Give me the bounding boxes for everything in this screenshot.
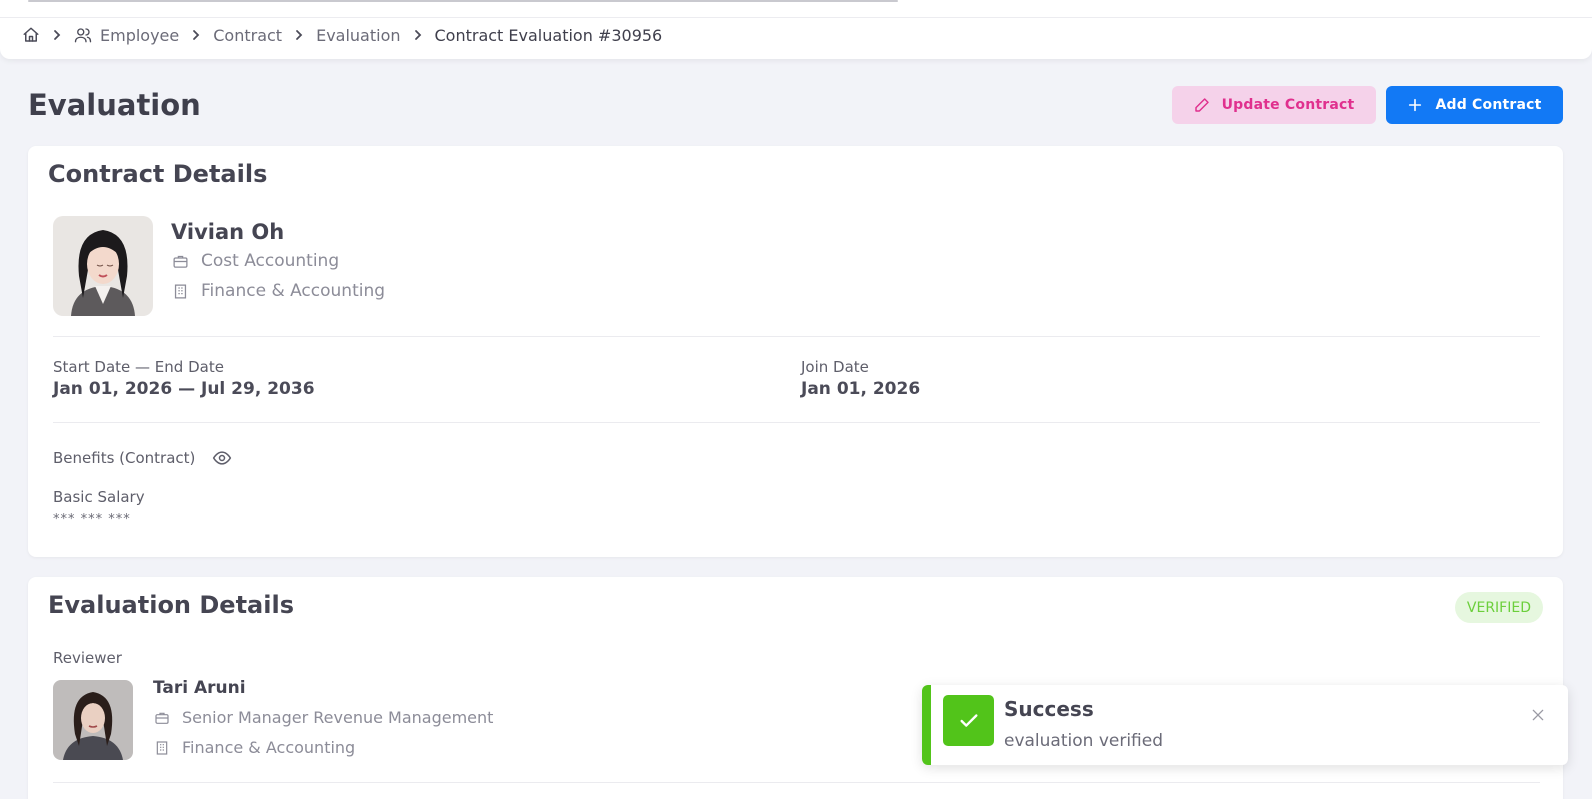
update-contract-label: Update Contract bbox=[1221, 97, 1355, 113]
users-icon bbox=[74, 28, 92, 43]
contract-period-label: Start Date — End Date bbox=[53, 358, 224, 376]
pencil-icon bbox=[1194, 98, 1209, 112]
reviewer-department-label: Finance & Accounting bbox=[182, 738, 356, 757]
add-contract-button[interactable]: Add Contract bbox=[1386, 86, 1563, 124]
briefcase-icon bbox=[173, 255, 188, 268]
join-date-value: Jan 01, 2026 bbox=[801, 379, 921, 399]
horizontal-scrollbar[interactable] bbox=[28, 0, 898, 2]
basic-salary-label: Basic Salary bbox=[53, 488, 145, 506]
status-badge: VERIFIED bbox=[1454, 592, 1543, 623]
top-divider bbox=[0, 17, 1592, 18]
breadcrumb: Employee Contract Evaluation Contract Ev… bbox=[22, 24, 662, 46]
building-icon bbox=[156, 740, 168, 755]
reviewer-avatar bbox=[53, 680, 133, 760]
employee-avatar bbox=[53, 216, 153, 316]
chevron-right-icon bbox=[292, 29, 306, 41]
plus-icon bbox=[1409, 98, 1422, 112]
breadcrumb-label: Evaluation bbox=[316, 25, 401, 45]
toast-title: Success bbox=[1004, 697, 1094, 721]
contract-details-title: Contract Details bbox=[48, 160, 268, 188]
divider bbox=[53, 336, 1540, 337]
page-title: Evaluation bbox=[28, 88, 201, 122]
breadcrumb-evaluation[interactable]: Evaluation bbox=[316, 26, 400, 45]
reviewer-name: Tari Aruni bbox=[153, 678, 246, 698]
chevron-right-icon bbox=[50, 29, 64, 41]
employee-department-label: Finance & Accounting bbox=[201, 281, 386, 301]
benefits-label: Benefits (Contract) bbox=[53, 449, 196, 467]
add-contract-label: Add Contract bbox=[1435, 97, 1542, 113]
evaluation-details-title: Evaluation Details bbox=[48, 591, 294, 619]
employee-department: Finance & Accounting bbox=[172, 281, 385, 301]
eye-icon[interactable] bbox=[212, 448, 232, 472]
basic-salary-value: *** *** *** bbox=[53, 512, 131, 527]
reviewer-label: Reviewer bbox=[53, 649, 122, 667]
breadcrumb-current: Contract Evaluation #30956 bbox=[434, 25, 663, 45]
breadcrumb-home[interactable] bbox=[22, 26, 40, 44]
breadcrumb-employee[interactable]: Employee bbox=[74, 26, 179, 45]
employee-name: Vivian Oh bbox=[171, 220, 285, 244]
reviewer-position-label: Senior Manager Revenue Management bbox=[182, 708, 494, 727]
contract-details-card: Contract Details Vivian Oh Cost Accounti… bbox=[28, 146, 1563, 557]
contract-period-value: Jan 01, 2026 — Jul 29, 2036 bbox=[53, 379, 315, 399]
check-icon bbox=[943, 695, 994, 746]
briefcase-icon bbox=[155, 712, 169, 724]
toast-accent-bar bbox=[922, 685, 931, 765]
update-contract-button[interactable]: Update Contract bbox=[1172, 86, 1376, 124]
breadcrumb-contract[interactable]: Contract bbox=[213, 26, 282, 45]
employee-position-label: Cost Accounting bbox=[201, 251, 340, 271]
divider bbox=[53, 782, 1540, 783]
toast-message: evaluation verified bbox=[1004, 731, 1164, 751]
building-icon bbox=[174, 283, 187, 299]
divider bbox=[53, 422, 1540, 423]
reviewer-department: Finance & Accounting bbox=[154, 738, 355, 757]
employee-position: Cost Accounting bbox=[172, 251, 339, 271]
chevron-right-icon bbox=[189, 29, 203, 41]
breadcrumb-label: Employee bbox=[100, 25, 180, 45]
chevron-right-icon bbox=[411, 29, 425, 41]
success-toast: Success evaluation verified bbox=[922, 685, 1568, 765]
home-icon bbox=[23, 27, 39, 42]
reviewer-position: Senior Manager Revenue Management bbox=[154, 708, 493, 727]
breadcrumb-label: Contract bbox=[213, 25, 283, 45]
top-bar: Employee Contract Evaluation Contract Ev… bbox=[0, 0, 1592, 59]
close-icon[interactable] bbox=[1530, 707, 1546, 723]
join-date-label: Join Date bbox=[801, 358, 869, 376]
